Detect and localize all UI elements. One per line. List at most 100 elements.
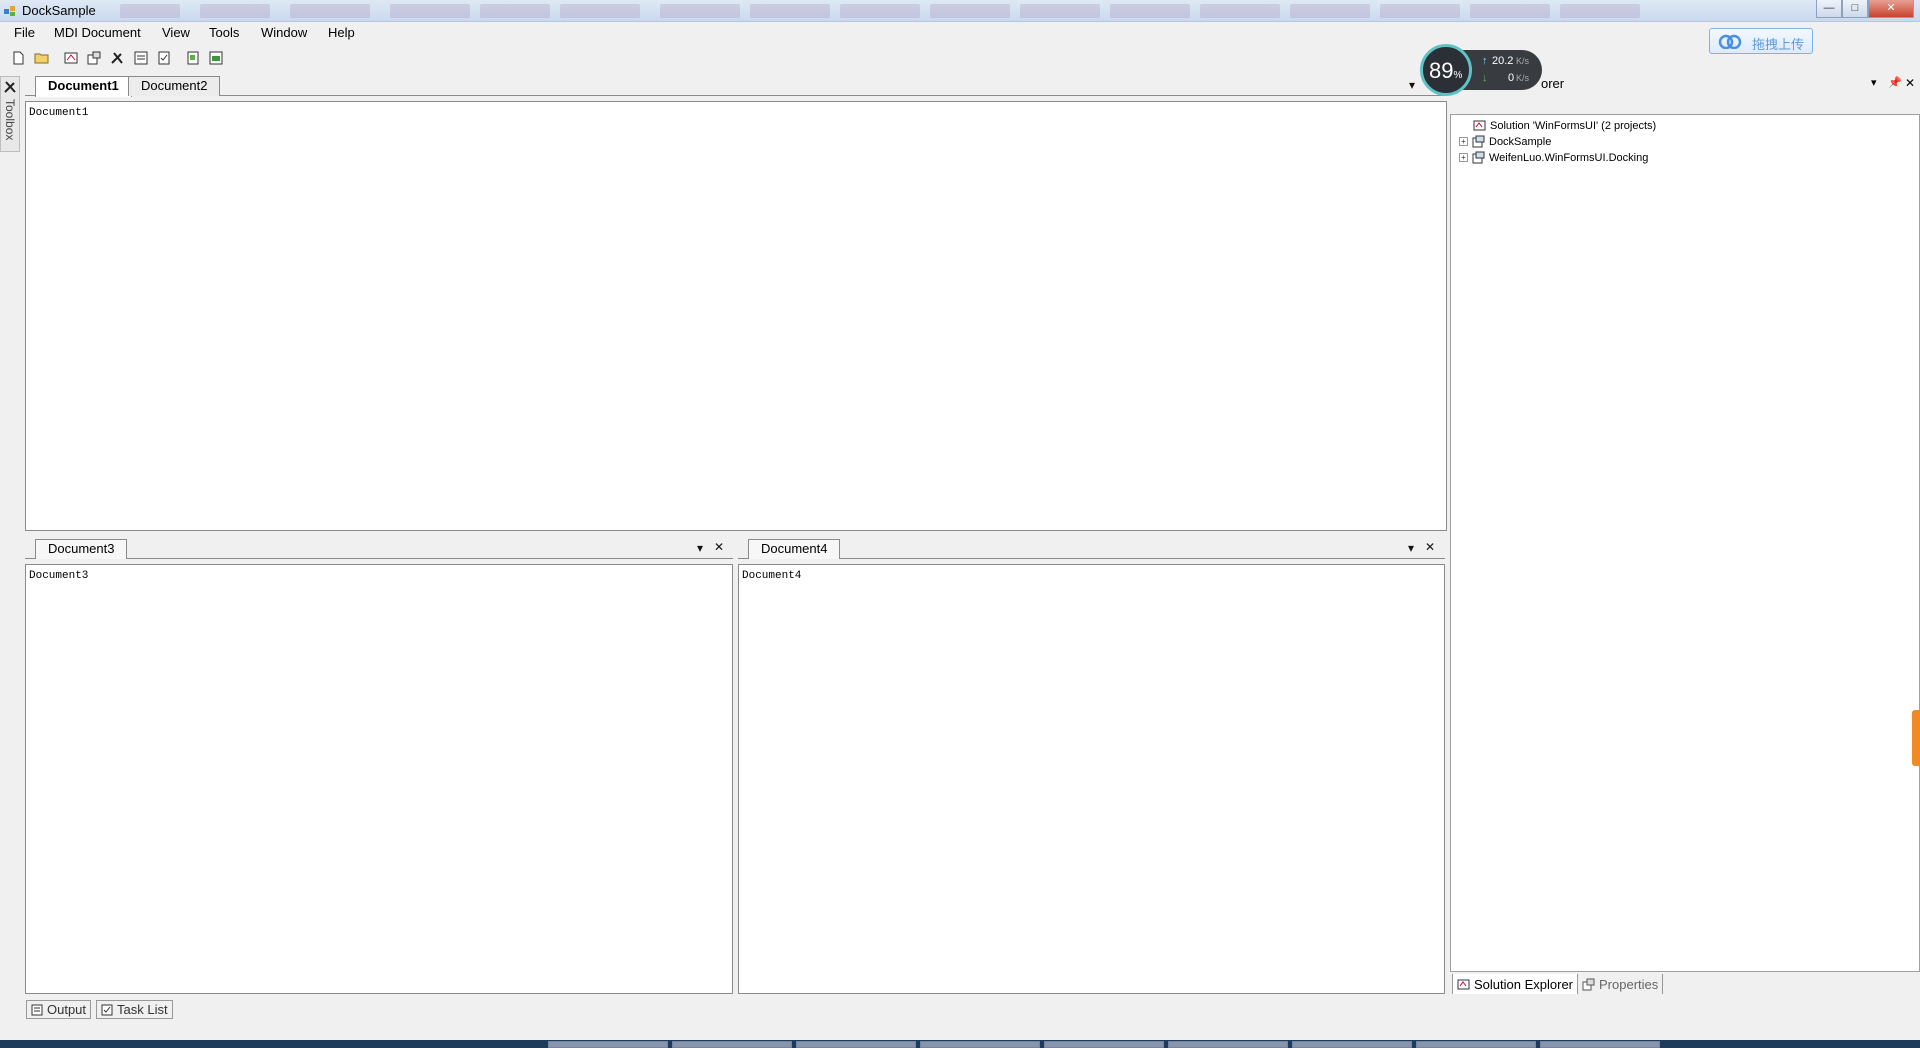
ghost-tab <box>840 4 920 18</box>
side-scroll-marker[interactable] <box>1912 710 1920 766</box>
close-icon[interactable]: ✕ <box>1425 540 1435 554</box>
upload-speed: 20.2 <box>1492 55 1514 67</box>
tab-task-list[interactable]: Task List <box>96 1000 173 1019</box>
window-title: DockSample <box>22 3 96 18</box>
maximize-button[interactable]: □ <box>1842 0 1868 18</box>
app-icon <box>4 6 15 16</box>
taskbar-item[interactable] <box>1540 1041 1660 1048</box>
ghost-tab <box>200 4 270 18</box>
close-icon[interactable]: ✕ <box>714 540 724 554</box>
ghost-tab <box>290 4 370 18</box>
upload-arrow-icon: ↑ <box>1482 55 1488 67</box>
tab-output[interactable]: Output <box>26 1000 92 1019</box>
document3-tab-strip: Document3 ▾ ✕ <box>25 537 733 559</box>
ghost-tab <box>930 4 1010 18</box>
solution-explorer-icon <box>1457 979 1470 989</box>
new-file-icon[interactable] <box>10 49 27 66</box>
project-icon <box>1472 135 1485 148</box>
solution-explorer-icon[interactable] <box>63 49 80 66</box>
minimize-button[interactable]: — <box>1816 0 1842 18</box>
solution-tree: Solution 'WinFormsUI' (2 projects) + Doc… <box>1450 114 1920 972</box>
tree-row[interactable]: Solution 'WinFormsUI' (2 projects) <box>1473 119 1656 132</box>
document3-pane[interactable]: Document3 <box>25 564 733 994</box>
panel-title: orer <box>1541 76 1565 91</box>
document-tab-strip: Document1 Document2 ▾ <box>25 74 1445 97</box>
download-arrow-icon: ↓ <box>1482 72 1488 84</box>
taskbar-item[interactable] <box>796 1041 916 1048</box>
output-icon[interactable] <box>132 49 149 66</box>
taskbar-item[interactable] <box>920 1041 1040 1048</box>
pin-icon[interactable]: 📌 <box>1888 76 1902 89</box>
menu-view[interactable]: View <box>162 25 190 40</box>
document4-tab-strip: Document4 ▾ ✕ <box>738 537 1445 559</box>
chevron-down-icon[interactable]: ▾ <box>697 541 703 555</box>
document1-pane[interactable]: Document1 <box>25 101 1447 531</box>
upload-unit: K/s <box>1516 56 1530 66</box>
toolbox-icon <box>4 81 16 93</box>
ghost-tab <box>660 4 740 18</box>
chevron-down-icon[interactable]: ▾ <box>1408 541 1414 555</box>
document1-content: Document1 <box>29 107 89 119</box>
ghost-tab <box>1110 4 1190 18</box>
taskbar <box>0 1040 1920 1048</box>
tab-properties[interactable]: Properties <box>1578 974 1664 994</box>
menu-tools[interactable]: Tools <box>209 25 239 40</box>
ghost-tab <box>1020 4 1100 18</box>
taskbar-item[interactable] <box>1044 1041 1164 1048</box>
ghost-tab <box>480 4 550 18</box>
task-list-icon <box>101 1004 113 1015</box>
percent-sign: % <box>1453 70 1463 81</box>
memory-usage-ring[interactable]: 89% <box>1420 44 1472 96</box>
taskbar-item[interactable] <box>1292 1041 1412 1048</box>
toolbox-label: Toolbox <box>3 99 17 141</box>
upload-label: 拖拽上传 <box>1752 37 1805 52</box>
ghost-tab <box>1470 4 1550 18</box>
solution-explorer-tab-strip: Solution Explorer Properties <box>1450 974 1920 994</box>
toolbar <box>0 46 230 68</box>
ghost-tab <box>560 4 640 18</box>
menu-bar: File MDI Document View Tools Window Help <box>0 22 1920 44</box>
tree-row[interactable]: + WeifenLuo.WinFormsUI.Docking <box>1459 151 1648 164</box>
properties-icon[interactable] <box>86 49 103 66</box>
task-list-icon[interactable] <box>155 49 172 66</box>
expand-icon[interactable]: + <box>1459 153 1468 162</box>
ghost-tab <box>750 4 830 18</box>
document4-pane[interactable]: Document4 <box>738 564 1445 994</box>
expand-icon[interactable]: + <box>1459 137 1468 146</box>
chevron-down-icon[interactable]: ▾ <box>1871 76 1877 89</box>
tab-document2[interactable]: Document2 <box>128 76 221 96</box>
taskbar-item[interactable] <box>1168 1041 1288 1048</box>
tab-label: Solution Explorer <box>1474 976 1573 992</box>
menu-window[interactable]: Window <box>261 25 307 40</box>
taskbar-item[interactable] <box>672 1041 792 1048</box>
menu-file[interactable]: File <box>14 25 35 40</box>
chevron-down-icon[interactable]: ▾ <box>1409 78 1415 92</box>
tab-document3[interactable]: Document3 <box>35 539 128 559</box>
layout-icon[interactable] <box>184 49 201 66</box>
tab-document4[interactable]: Document4 <box>748 539 841 559</box>
tree-label: Solution 'WinFormsUI' (2 projects) <box>1490 119 1657 132</box>
ghost-tab <box>1560 4 1640 18</box>
close-icon[interactable]: ✕ <box>1905 76 1915 90</box>
schema-icon[interactable] <box>207 49 224 66</box>
ghost-tab <box>1200 4 1280 18</box>
close-button[interactable]: ✕ <box>1868 0 1914 18</box>
taskbar-item[interactable] <box>1416 1041 1536 1048</box>
tab-document1[interactable]: Document1 <box>35 76 132 97</box>
cloud-icon <box>1718 34 1742 49</box>
tab-label: Properties <box>1599 976 1659 992</box>
document4-content: Document4 <box>742 570 802 582</box>
taskbar-item[interactable] <box>548 1041 668 1048</box>
ghost-tab <box>1290 4 1370 18</box>
properties-icon <box>1582 978 1595 990</box>
toolbox-icon[interactable] <box>109 49 126 66</box>
drag-upload-button[interactable]: 拖拽上传 <box>1709 28 1813 54</box>
tree-row[interactable]: + DockSample <box>1459 135 1551 148</box>
open-folder-icon[interactable] <box>33 49 50 66</box>
menu-help[interactable]: Help <box>328 25 355 40</box>
toolbox-autohide-tab[interactable]: Toolbox <box>0 76 20 152</box>
ghost-tab <box>120 4 180 18</box>
menu-mdi-document[interactable]: MDI Document <box>54 25 141 40</box>
tab-solution-explorer[interactable]: Solution Explorer <box>1452 974 1578 994</box>
download-speed: 0 <box>1508 72 1515 84</box>
